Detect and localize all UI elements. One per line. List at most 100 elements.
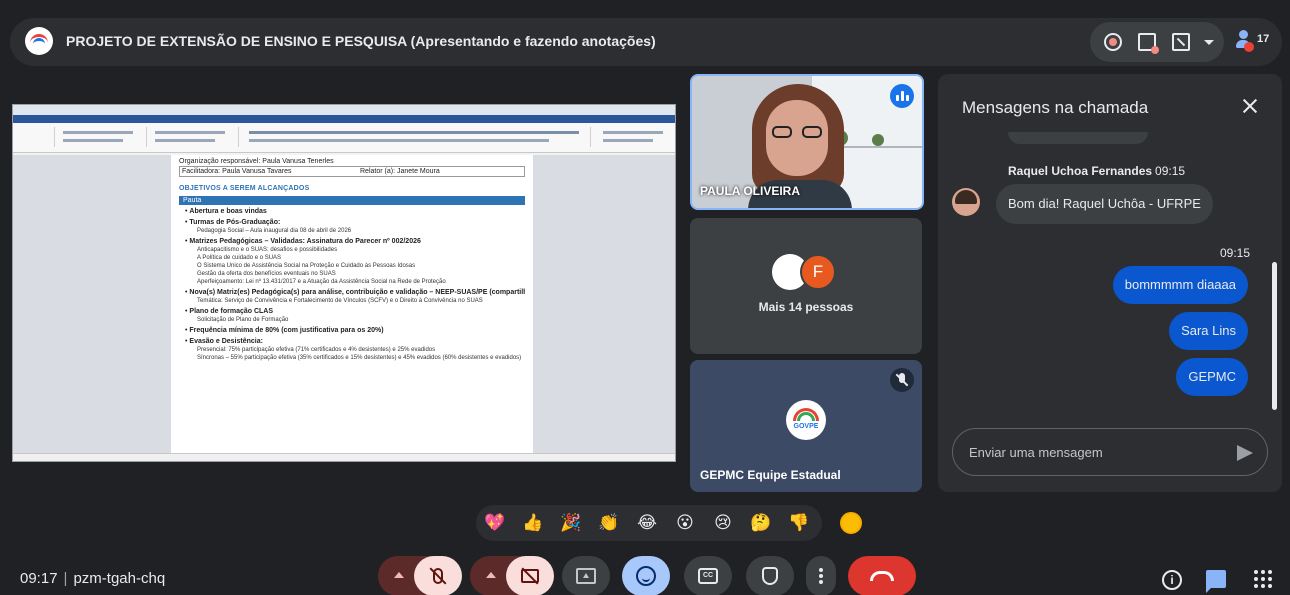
doc-bullet: • Frequência mínima de 80% (com justific… — [185, 327, 384, 334]
doc-sub-bullet: Solicitação de Plano de Formação — [197, 317, 289, 323]
thumbs-up-reaction-icon[interactable]: 👍 — [522, 512, 544, 534]
present-screen-button[interactable] — [562, 556, 610, 595]
meet-window: PROJETO DE EXTENSÃO DE ENSINO E PESQUISA… — [0, 0, 1290, 595]
video-options-chevron-icon[interactable] — [486, 572, 496, 578]
chevron-down-icon[interactable] — [1204, 40, 1214, 45]
leave-call-button[interactable] — [848, 556, 916, 595]
meeting-tools-pill — [1090, 22, 1224, 62]
participant-name: PAULA OLIVEIRA — [700, 184, 801, 198]
chat-input-placeholder: Enviar uma mensagem — [969, 445, 1103, 460]
outgoing-message: Sara Lins — [1169, 312, 1248, 350]
recording-icon[interactable] — [1104, 33, 1122, 51]
thumbs-down-reaction-icon[interactable]: 👎 — [788, 512, 810, 534]
doc-highlight: Pauta — [179, 196, 525, 205]
previous-message-bubble — [1008, 132, 1148, 144]
heart-reaction-icon[interactable]: 💖 — [484, 512, 506, 534]
doc-heading: OBJETIVOS A SEREM ALCANÇADOS — [179, 185, 310, 192]
doc-bullet-text: Nova(s) Matriz(es) Pedagógica(s) para an… — [189, 289, 525, 296]
current-time: 09:17 — [20, 570, 58, 587]
doc-bullet: • Evasão e Desistência: — [185, 338, 263, 345]
chat-panel: Mensagens na chamada Raquel Uchoa Fernan… — [938, 74, 1282, 492]
more-participants-tile[interactable]: F Mais 14 pessoas — [690, 218, 922, 354]
raise-hand-button[interactable] — [746, 556, 794, 595]
doc-bullet: • Nova(s) Matriz(es) Pedagógica(s) para … — [179, 288, 525, 297]
presentation-logo-icon — [25, 27, 53, 55]
doc-bullet-text: Matrizes Pedagógicas – Validadas: Assina… — [189, 238, 421, 245]
reactions-bar: 💖 👍 🎉 👏 😂 😮 😢 🤔 👎 — [476, 505, 822, 541]
avatar: F — [800, 254, 836, 290]
stop-presenting-icon[interactable] — [1172, 33, 1190, 51]
laugh-reaction-icon[interactable]: 😂 — [636, 512, 658, 534]
camera-toggle-button[interactable] — [506, 556, 554, 595]
presentation-title: PROJETO DE EXTENSÃO DE ENSINO E PESQUISA… — [66, 33, 656, 49]
word-title-bar — [13, 105, 675, 115]
word-ribbon — [13, 123, 675, 153]
reactions-button[interactable] — [622, 556, 670, 595]
captions-icon: CC — [698, 568, 718, 584]
avatar — [952, 188, 980, 216]
message-time: 09:15 — [1155, 164, 1186, 178]
sad-reaction-icon[interactable]: 😢 — [712, 512, 734, 534]
audio-options-chevron-icon[interactable] — [394, 572, 404, 578]
more-vert-icon — [819, 568, 823, 584]
doc-sub-bullet: A Política de cuidado e o SUAS — [197, 255, 282, 261]
surprised-reaction-icon[interactable]: 😮 — [674, 512, 696, 534]
hand-icon — [762, 567, 778, 585]
chat-message-input[interactable]: Enviar uma mensagem — [952, 428, 1268, 476]
party-reaction-icon[interactable]: 🎉 — [560, 512, 582, 534]
doc-sub-bullet: Temática: Serviço de Convivência e Forta… — [197, 298, 483, 304]
participants-button[interactable]: 17 — [1234, 28, 1274, 56]
thinking-reaction-icon[interactable]: 🤔 — [750, 512, 772, 534]
document-area: Organização responsável: Paula Vanusa Te… — [13, 155, 675, 455]
captions-button[interactable]: CC — [684, 556, 732, 595]
participant-tile-gepmc[interactable]: GOVPE GEPMC Equipe Estadual — [690, 360, 922, 492]
notes-icon[interactable] — [1138, 33, 1159, 54]
close-icon[interactable] — [1238, 94, 1262, 118]
outgoing-message: GEPMC — [1176, 358, 1248, 396]
chat-scrollbar[interactable] — [1272, 262, 1277, 410]
doc-bullet: • Matrizes Pedagógicas – Validadas: Assi… — [185, 238, 421, 245]
doc-bullet: • Turmas de Pós-Graduação: — [185, 219, 281, 226]
participant-name: GEPMC Equipe Estadual — [700, 468, 841, 482]
outgoing-message: bommmmm diaaaa — [1112, 266, 1248, 304]
speaking-indicator-icon — [890, 84, 914, 108]
doc-sub-bullet: Gestão da oferta dos benefícios eventuai… — [197, 271, 336, 277]
doc-sub-bullet: Presencial: 75% participação efetiva (71… — [197, 347, 436, 353]
clap-reaction-icon[interactable]: 👏 — [598, 512, 620, 534]
meeting-info: 09:17 | pzm-tgah-chq — [20, 570, 166, 587]
send-icon[interactable] — [1237, 445, 1253, 461]
word-status-bar — [13, 453, 675, 461]
doc-sub-bullet: Aperfeiçoamento: Lei nº 13.431/2017 e a … — [197, 279, 446, 285]
camera-control — [470, 556, 554, 595]
people-icon — [1234, 30, 1254, 52]
doc-bullet-text: Abertura e boas vindas — [189, 208, 267, 215]
doc-sub-bullet: Síncronas – 55% participação efetiva (35… — [197, 355, 522, 361]
doc-bullet-text: Frequência mínima de 80% (com justificat… — [189, 327, 384, 334]
doc-bullet-list: • Abertura e boas vindas • Turmas de Pós-… — [179, 207, 525, 362]
doc-bullet: • Plano de formação CLAS — [185, 308, 274, 315]
doc-bullet-text: Turmas de Pós-Graduação: — [189, 219, 281, 226]
microphone-control — [378, 556, 462, 595]
more-participants-label: Mais 14 pessoas — [758, 300, 854, 314]
word-ribbon-tabs — [13, 115, 675, 123]
mic-off-icon — [890, 368, 914, 392]
doc-sub-bullet: O Sistema Único de Assistência Social na… — [197, 263, 416, 269]
chat-icon[interactable] — [1206, 570, 1226, 593]
doc-bullet: • Abertura e boas vindas — [185, 208, 267, 215]
participant-tile-paula[interactable]: PAULA OLIVEIRA — [690, 74, 924, 210]
present-icon — [576, 568, 596, 584]
end-call-icon — [870, 571, 894, 581]
message-time: 09:15 — [1219, 246, 1250, 260]
incoming-message: Bom dia! Raquel Uchôa - UFRPE — [996, 184, 1213, 224]
microphone-toggle-button[interactable] — [414, 556, 462, 595]
chat-title: Mensagens na chamada — [962, 98, 1149, 117]
meeting-details-icon[interactable]: i — [1162, 570, 1182, 590]
top-bar: PROJETO DE EXTENSÃO DE ENSINO E PESQUISA… — [10, 18, 1282, 66]
doc-sub-bullet: Anticapacitismo e o SUAS: desafios e pos… — [197, 247, 338, 253]
meeting-code: pzm-tgah-chq — [73, 570, 166, 587]
message-sender: Raquel Uchoa Fernandes 09:15 — [1008, 164, 1186, 178]
skin-tone-icon[interactable] — [840, 512, 862, 534]
doc-bullet-text: Plano de formação CLAS — [189, 308, 274, 315]
more-options-button[interactable] — [806, 556, 836, 595]
activities-apps-icon[interactable] — [1254, 570, 1272, 588]
